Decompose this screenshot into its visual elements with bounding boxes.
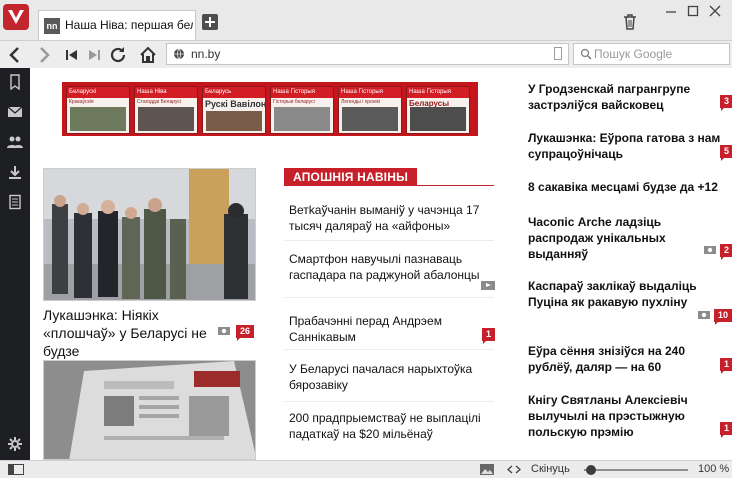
contacts-icon[interactable] <box>7 134 23 150</box>
page-actions-icon[interactable] <box>507 464 521 475</box>
lead-photo[interactable] <box>43 168 256 301</box>
news-item[interactable]: Смартфон навучылі пазнаваць гаспадара па… <box>289 251 499 283</box>
comment-count-badge[interactable]: 1 <box>720 358 732 374</box>
headline-item[interactable]: У Гродзенскай пагрангрупе застрэліўся ва… <box>528 81 718 113</box>
mail-icon[interactable] <box>7 104 23 120</box>
second-photo[interactable] <box>43 360 256 460</box>
cover-photo <box>342 107 398 131</box>
divider <box>284 349 494 350</box>
url-text: nn.by <box>191 47 221 61</box>
home-icon[interactable] <box>138 45 158 65</box>
cover-photo <box>70 107 126 131</box>
minimize-icon[interactable] <box>664 4 678 18</box>
comment-count-badge[interactable]: 5 <box>720 145 732 161</box>
settings-gear-icon[interactable] <box>7 436 23 452</box>
image-toggle-icon[interactable] <box>480 464 494 475</box>
cover-photo <box>410 107 466 131</box>
divider <box>284 240 494 241</box>
magazine-cover[interactable]: Беларусь Рускі Вавілон <box>202 86 266 134</box>
headline-item[interactable]: Кнігу Святланы Алексіевіч вылучылі на пр… <box>528 392 708 440</box>
headline-item[interactable]: Каспараў заклікаў выдаліць Пуціна як рак… <box>528 278 718 310</box>
forward-icon[interactable] <box>34 45 54 65</box>
zoom-slider-track[interactable] <box>584 469 688 471</box>
latest-news-title: АПОШНІЯ НАВІНЫ <box>284 168 418 186</box>
divider <box>284 297 494 298</box>
rewind-icon[interactable] <box>62 45 82 65</box>
downloads-icon[interactable] <box>7 164 23 180</box>
cover-photo <box>206 111 262 131</box>
section-divider <box>284 185 494 186</box>
newspaper-photo-image <box>44 361 255 459</box>
side-panel <box>0 68 30 460</box>
tab-title: Наша Ніва: першая беларуская <box>65 18 193 32</box>
maximize-icon[interactable] <box>686 4 700 18</box>
reload-icon[interactable] <box>108 45 128 65</box>
news-item[interactable]: Прабачэнні перад Андрэем Саннікавым <box>289 313 469 345</box>
panel-toggle-icon[interactable] <box>8 464 24 475</box>
title-bar: nn Наша Ніва: першая беларуская <box>0 0 732 40</box>
search-input[interactable] <box>594 46 724 62</box>
cover-photo <box>138 107 194 131</box>
photo-count-icon <box>218 327 230 335</box>
back-icon[interactable] <box>5 45 25 65</box>
news-item[interactable]: Ветkаўчанін выманіў у чачэнца 17 тысяч д… <box>289 202 499 234</box>
notes-icon[interactable] <box>7 194 23 210</box>
comment-count-badge[interactable]: 26 <box>236 325 255 341</box>
headline-item[interactable]: Еўра сёння знізіўся на 240 рублёў, даляр… <box>528 343 708 375</box>
bookmark-icon[interactable] <box>554 47 562 60</box>
plus-icon <box>205 17 215 27</box>
status-bar: Скінуць 100 % <box>0 460 732 478</box>
globe-icon <box>174 48 184 60</box>
comment-count-badge[interactable]: 10 <box>714 309 732 325</box>
tab-active[interactable]: nn Наша Ніва: першая беларуская <box>38 10 196 40</box>
comment-count-badge[interactable]: 3 <box>720 95 732 111</box>
news-item[interactable]: 200 прадпрыемстваў не выплацілі падаткаў… <box>289 410 499 442</box>
address-bar: nn.by <box>0 40 732 68</box>
lead-photo-image <box>44 169 255 300</box>
photo-count-icon <box>698 311 710 319</box>
lead-headline[interactable]: Лукашэнка: Ніякіх «плошчаў» у Беларусі н… <box>43 306 223 360</box>
magazine-cover[interactable]: Беларускі Кракаўскія <box>66 86 130 134</box>
close-icon[interactable] <box>708 4 722 18</box>
web-content: Беларускі Кракаўскія Наша Ніва Cтагоддзі… <box>30 68 732 460</box>
comment-count-badge[interactable]: 1 <box>720 422 732 438</box>
vivaldi-logo-icon[interactable] <box>3 4 29 30</box>
magazine-cover[interactable]: Наша Гісторыя Гісторыя беларусі <box>270 86 334 134</box>
favicon-icon: nn <box>44 18 60 34</box>
headline-item[interactable]: Часопіс Arche ладзіць распродаж унікальн… <box>528 214 698 262</box>
news-item[interactable]: У Беларусі пачалася нарыхтоўка бярозавік… <box>289 361 499 393</box>
comment-count-badge[interactable]: 1 <box>482 328 496 344</box>
photo-count-icon <box>704 246 716 254</box>
zoom-value: 100 % <box>698 463 730 475</box>
fast-forward-icon[interactable] <box>84 45 104 65</box>
comment-count-badge[interactable]: 2 <box>720 244 732 260</box>
new-tab-button[interactable] <box>202 14 218 30</box>
magazine-cover[interactable]: Наша Гісторыя Легенды і хронікі <box>338 86 402 134</box>
magazine-cover[interactable]: Наша Гісторыя Беларусы <box>406 86 470 134</box>
bookmarks-panel-icon[interactable] <box>7 74 23 90</box>
magazine-banner[interactable]: Беларускі Кракаўскія Наша Ніва Cтагоддзі… <box>62 82 478 136</box>
headline-item[interactable]: Лукашэнка: Еўропа гатова з нам супрацоўн… <box>528 130 728 162</box>
cover-photo <box>274 107 330 131</box>
url-field[interactable]: nn.by <box>166 43 569 65</box>
headline-item[interactable]: 8 сакавіка месцамі будзе да +12 <box>528 179 732 195</box>
search-icon <box>580 48 592 60</box>
magazine-cover[interactable]: Наша Ніва Cтагоддзі Беларусі <box>134 86 198 134</box>
zoom-reset-button[interactable]: Скінуць <box>531 463 570 475</box>
video-icon <box>481 281 495 290</box>
search-box[interactable] <box>573 43 730 65</box>
zoom-slider-handle[interactable] <box>586 465 596 475</box>
divider <box>284 401 494 402</box>
trash-icon[interactable] <box>623 14 637 30</box>
